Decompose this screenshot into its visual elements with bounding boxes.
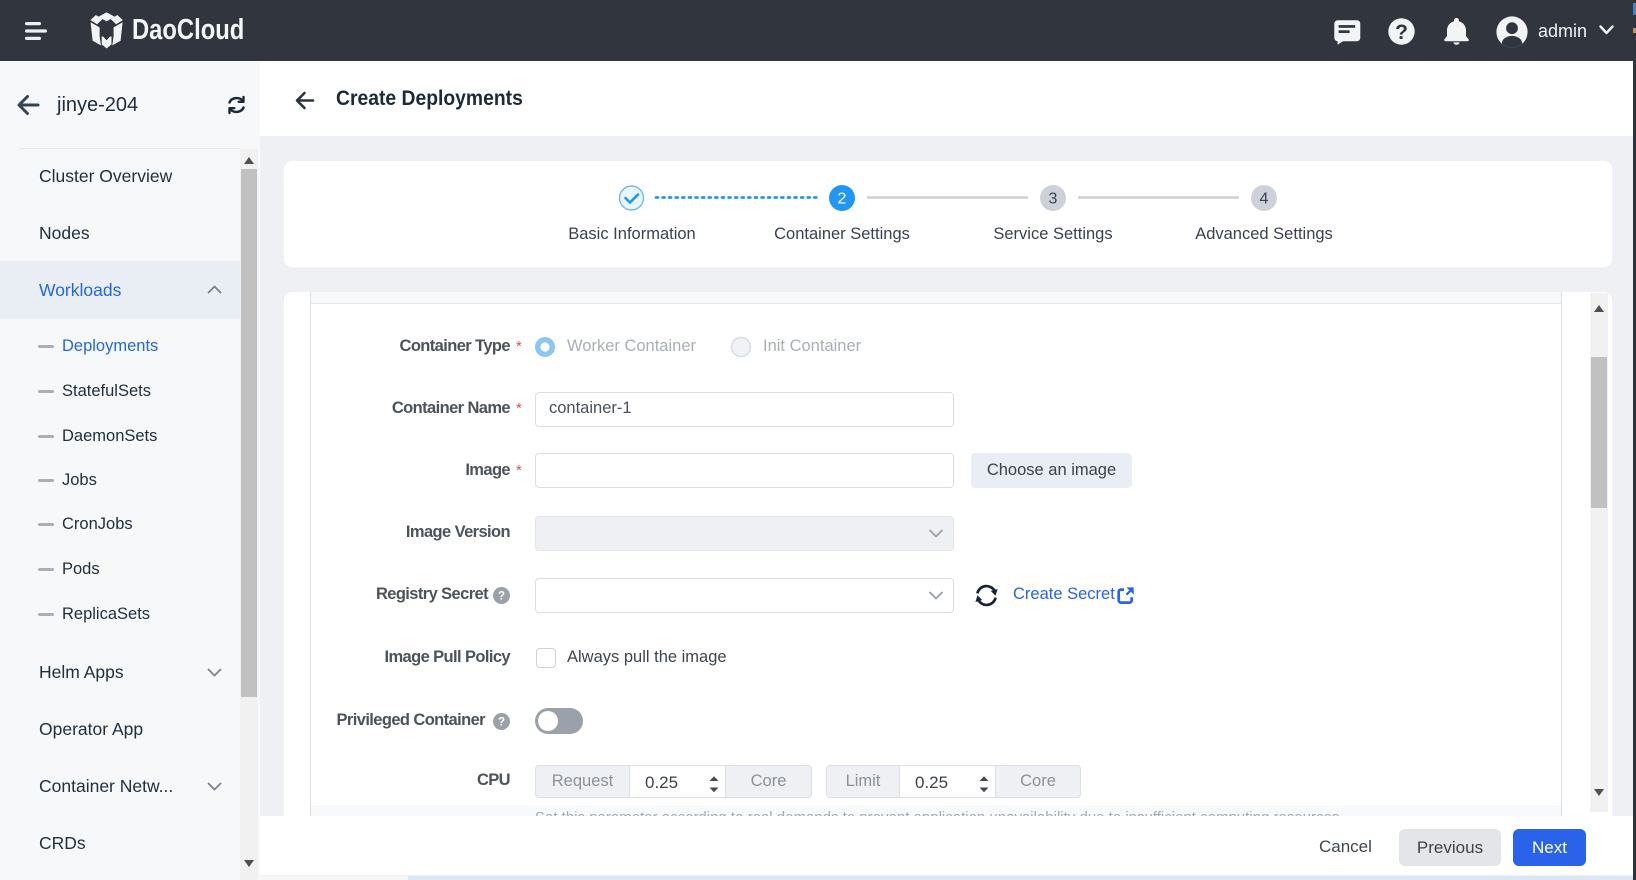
svg-text:?: ? <box>498 717 505 729</box>
svg-text:4: 4 <box>1260 191 1269 208</box>
svg-text:?: ? <box>1395 21 1408 44</box>
svg-text:2: 2 <box>838 191 847 208</box>
svg-text:3: 3 <box>1049 191 1058 208</box>
svg-text:?: ? <box>498 591 505 603</box>
